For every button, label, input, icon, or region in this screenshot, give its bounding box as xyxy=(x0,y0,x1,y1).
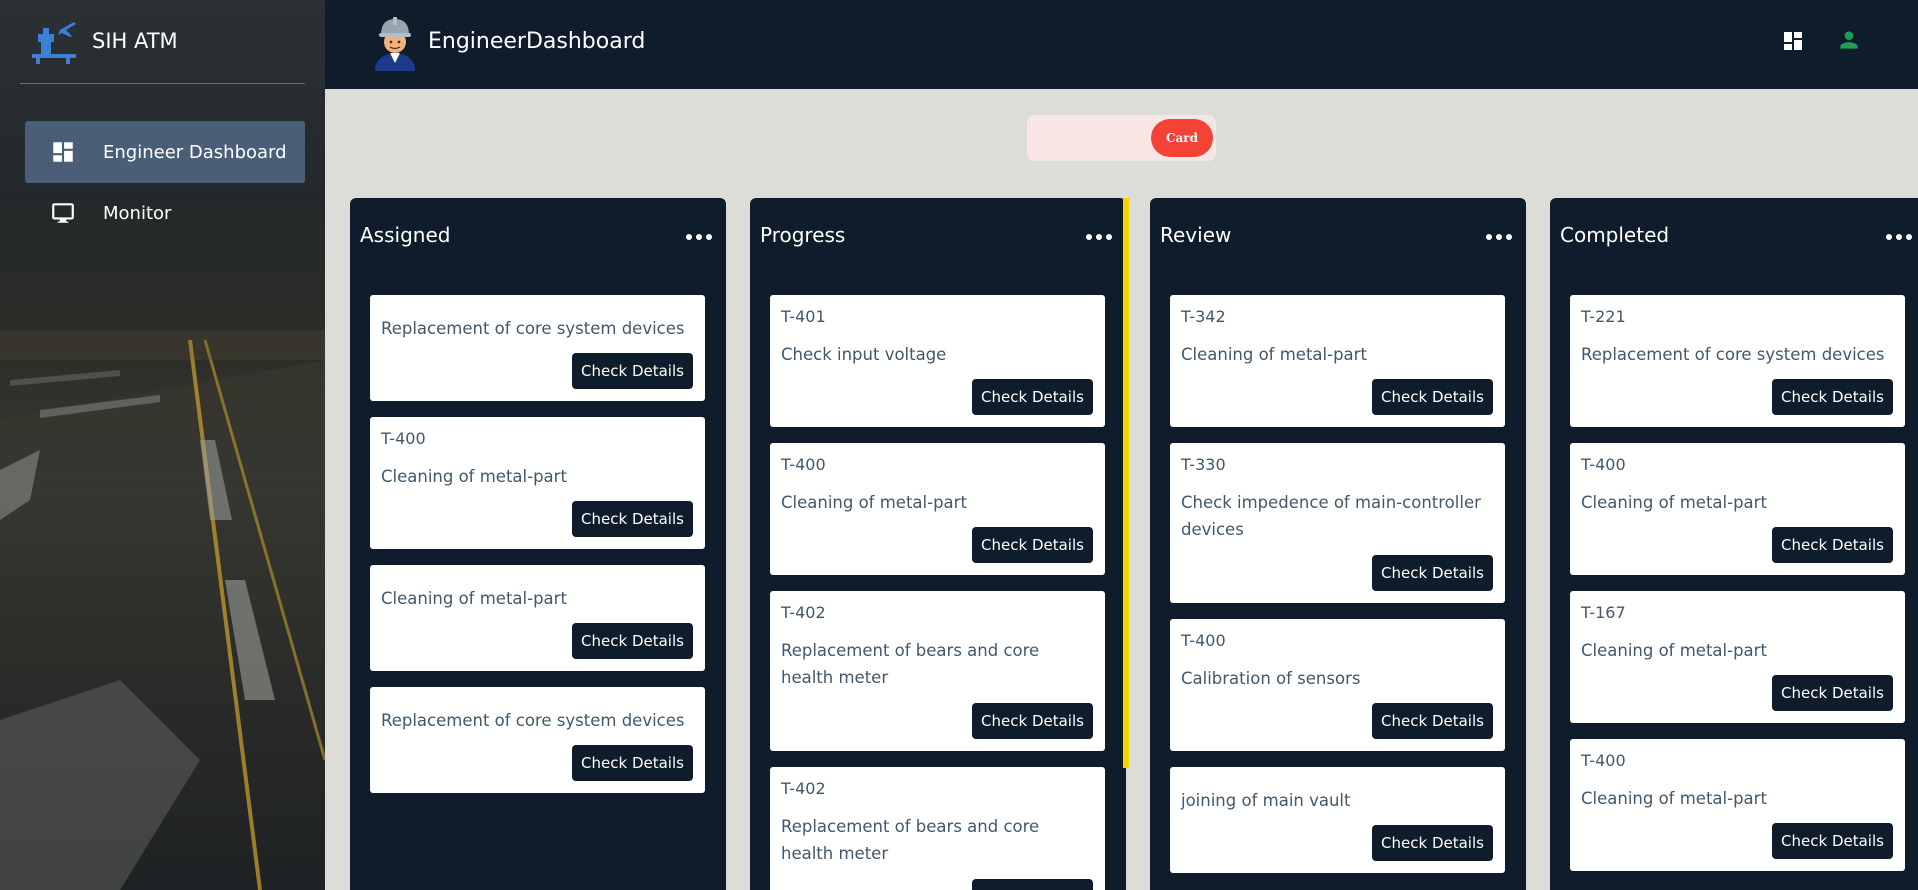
card-view-toggle-button[interactable]: Card xyxy=(1151,119,1213,157)
check-details-button[interactable]: Check Details xyxy=(972,703,1093,739)
user-icon[interactable] xyxy=(1836,27,1862,53)
task-id: T-401 xyxy=(781,307,826,326)
task-description: Cleaning of metal-part xyxy=(1581,789,1767,808)
check-details-button[interactable]: Check Details xyxy=(572,501,693,537)
monitor-icon xyxy=(49,199,77,227)
task-id: T-400 xyxy=(1581,751,1626,770)
column-title: Completed xyxy=(1560,223,1670,247)
page-title: EngineerDashboard xyxy=(428,29,646,54)
sidebar-item-label: Engineer Dashboard xyxy=(103,141,287,163)
task-description: Replacement of core system devices xyxy=(381,319,685,338)
task-id: T-342 xyxy=(1181,307,1226,326)
check-details-button[interactable]: Check Details xyxy=(1372,703,1493,739)
task-description: Cleaning of metal-part xyxy=(1581,641,1767,660)
airport-tower-icon xyxy=(32,22,76,64)
task-id: T-221 xyxy=(1581,307,1626,326)
column-title: Assigned xyxy=(360,223,451,247)
more-options-icon[interactable] xyxy=(686,234,712,240)
sidebar-item-monitor[interactable]: Monitor xyxy=(25,182,305,244)
task-description: Check impedence of main-controller devic… xyxy=(1181,493,1481,539)
task-id: T-330 xyxy=(1181,455,1226,474)
check-details-button[interactable]: Check Details xyxy=(572,623,693,659)
sidebar: SIH ATM Engineer Dashboard Monitor xyxy=(0,0,325,890)
check-details-button[interactable]: Check Details xyxy=(1372,825,1493,861)
task-card: T-402 Replacement of bears and core heal… xyxy=(770,767,1105,890)
task-card: T-400 Cleaning of metal-part Check Detai… xyxy=(770,443,1105,575)
column-assigned: Assigned Replacement of core system devi… xyxy=(350,198,726,890)
grid-view-icon[interactable] xyxy=(1781,29,1805,53)
more-options-icon[interactable] xyxy=(1886,234,1912,240)
task-id: T-400 xyxy=(1181,631,1226,650)
task-description: Replacement of core system devices xyxy=(1581,345,1885,364)
dashboard-icon xyxy=(49,138,77,166)
more-options-icon[interactable] xyxy=(1486,234,1512,240)
task-description: Replacement of bears and core health met… xyxy=(781,817,1040,863)
task-card: Cleaning of metal-part Check Details xyxy=(370,565,705,671)
task-id: T-402 xyxy=(781,603,826,622)
task-card: T-221 Replacement of core system devices… xyxy=(1570,295,1905,427)
check-details-button[interactable]: Check Details xyxy=(1772,823,1893,859)
task-id: T-400 xyxy=(781,455,826,474)
top-bar: EngineerDashboard xyxy=(325,0,1918,89)
task-description: Cleaning of metal-part xyxy=(781,493,967,512)
task-card: T-402 Replacement of bears and core heal… xyxy=(770,591,1105,751)
column-progress: Progress T-401 Check input voltage Check… xyxy=(750,198,1129,890)
task-description: Replacement of core system devices xyxy=(381,711,685,730)
task-id: T-402 xyxy=(781,779,826,798)
task-description: Calibration of sensors xyxy=(1181,669,1361,688)
task-card: T-400 Calibration of sensors Check Detai… xyxy=(1170,619,1505,751)
check-details-button[interactable]: Check Details xyxy=(1772,675,1893,711)
task-card: T-400 Cleaning of metal-part Check Detai… xyxy=(370,417,705,549)
more-options-icon[interactable] xyxy=(1086,234,1112,240)
task-description: Replacement of bears and core health met… xyxy=(781,641,1040,687)
task-description: Cleaning of metal-part xyxy=(381,467,567,486)
brand[interactable]: SIH ATM xyxy=(30,16,178,66)
check-details-button[interactable]: Check Details xyxy=(1772,527,1893,563)
column-scrollbar[interactable] xyxy=(1123,198,1129,768)
sidebar-item-label: Monitor xyxy=(103,202,172,224)
check-details-button[interactable]: Check Details xyxy=(972,879,1093,890)
task-id: T-167 xyxy=(1581,603,1626,622)
task-card: T-400 Cleaning of metal-part Check Detai… xyxy=(1570,739,1905,871)
task-card: T-400 Cleaning of metal-part Check Detai… xyxy=(1570,443,1905,575)
task-card: joining of main vault Check Details xyxy=(1170,767,1505,873)
task-card: Replacement of core system devices Check… xyxy=(370,295,705,401)
column-title: Progress xyxy=(760,223,846,247)
task-card: T-401 Check input voltage Check Details xyxy=(770,295,1105,427)
check-details-button[interactable]: Check Details xyxy=(972,379,1093,415)
task-card: T-342 Cleaning of metal-part Check Detai… xyxy=(1170,295,1505,427)
check-details-button[interactable]: Check Details xyxy=(572,745,693,781)
column-completed: Completed T-221 Replacement of core syst… xyxy=(1550,198,1918,890)
task-card: Replacement of core system devices Check… xyxy=(370,687,705,793)
check-details-button[interactable]: Check Details xyxy=(972,527,1093,563)
engineer-avatar xyxy=(375,17,415,71)
check-details-button[interactable]: Check Details xyxy=(1372,379,1493,415)
app-name: SIH ATM xyxy=(92,29,178,53)
task-description: Check input voltage xyxy=(781,345,947,364)
check-details-button[interactable]: Check Details xyxy=(1772,379,1893,415)
task-description: Cleaning of metal-part xyxy=(381,589,567,608)
check-details-button[interactable]: Check Details xyxy=(1372,555,1493,591)
sidebar-divider xyxy=(20,83,305,84)
task-card: T-330 Check impedence of main-controller… xyxy=(1170,443,1505,603)
task-card: T-167 Cleaning of metal-part Check Detai… xyxy=(1570,591,1905,723)
task-description: Cleaning of metal-part xyxy=(1581,493,1767,512)
check-details-button[interactable]: Check Details xyxy=(572,353,693,389)
task-description: joining of main vault xyxy=(1181,791,1351,810)
task-id: T-400 xyxy=(1581,455,1626,474)
task-id: T-400 xyxy=(381,429,426,448)
sidebar-item-engineer-dashboard[interactable]: Engineer Dashboard xyxy=(25,121,305,183)
column-review: Review T-342 Cleaning of metal-part Chec… xyxy=(1150,198,1526,890)
task-description: Cleaning of metal-part xyxy=(1181,345,1367,364)
column-title: Review xyxy=(1160,223,1232,247)
view-toggle[interactable]: Card xyxy=(1027,115,1216,161)
